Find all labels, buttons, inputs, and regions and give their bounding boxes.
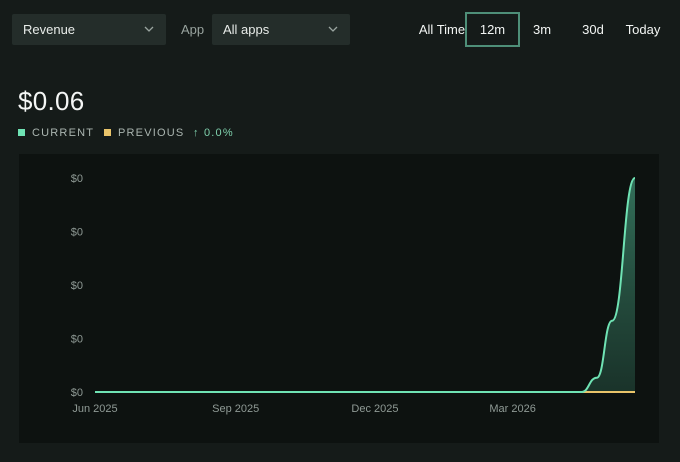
metric-select-value: Revenue xyxy=(23,22,76,37)
metric-select[interactable]: Revenue xyxy=(12,14,166,45)
x-tick-label: Sep 2025 xyxy=(212,403,259,415)
range-button-today[interactable]: Today xyxy=(622,12,664,47)
range-button-30d[interactable]: 30d xyxy=(576,12,610,47)
revenue-chart: $0 $0 $0 $0 $0 Jun 2025 Sep 2025 Dec 2025 Mar 2… xyxy=(71,173,636,415)
y-tick-label: $0 xyxy=(71,227,83,239)
legend-label-previous: PREVIOUS xyxy=(118,127,185,139)
toolbar: Revenue App All apps All Time 12m 3m 30d… xyxy=(0,0,680,60)
current-series-line xyxy=(95,177,636,393)
range-button-12m[interactable]: 12m xyxy=(465,12,520,47)
y-tick-label: $0 xyxy=(71,173,83,185)
app-select-value: All apps xyxy=(223,22,270,37)
change-value: ↑ 0.0% xyxy=(193,127,234,139)
x-tick-label: Mar 2026 xyxy=(489,403,535,415)
current-series-area xyxy=(95,178,635,392)
x-tick-label: Dec 2025 xyxy=(351,403,398,415)
app-filter-label: App xyxy=(181,22,205,37)
total-value: $0.06 xyxy=(18,86,85,116)
legend-swatch-current xyxy=(18,129,25,136)
y-tick-label: $0 xyxy=(71,387,83,399)
legend-swatch-previous xyxy=(104,129,111,136)
change-indicator: ↑ 0.0% xyxy=(193,126,234,140)
range-button-3m[interactable]: 3m xyxy=(526,12,558,47)
legend-label-current: CURRENT xyxy=(32,127,95,139)
chevron-down-icon xyxy=(144,26,154,32)
x-tick-label: Jun 2025 xyxy=(72,403,117,415)
app-select[interactable]: All apps xyxy=(212,14,350,45)
chart-panel: $0 $0 $0 $0 $0 Jun 2025 Sep 2025 Dec 2025 Mar 2… xyxy=(19,154,659,443)
range-button-all-time[interactable]: All Time xyxy=(416,12,468,47)
y-tick-label: $0 xyxy=(71,280,83,292)
y-tick-label: $0 xyxy=(71,334,83,346)
chevron-down-icon xyxy=(328,26,338,32)
